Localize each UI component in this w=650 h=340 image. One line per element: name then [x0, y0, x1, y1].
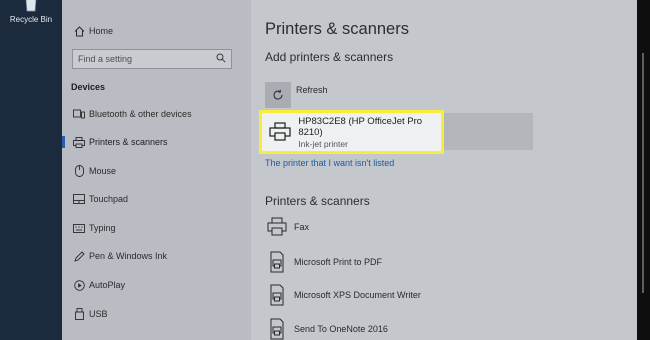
scrollbar[interactable] [637, 0, 650, 340]
refresh-icon [265, 82, 291, 108]
device-label: Microsoft XPS Document Writer [294, 290, 421, 300]
sidebar-item-usb[interactable]: USB [62, 303, 251, 325]
sidebar-item-printers-scanners[interactable]: Printers & scanners [62, 131, 251, 153]
device-item-fax[interactable]: Fax [265, 217, 309, 237]
sidebar-item-touchpad[interactable]: Touchpad [62, 188, 251, 210]
sidebar-item-label: Bluetooth & other devices [89, 109, 192, 119]
device-item-print-to-pdf[interactable]: Microsoft Print to PDF [265, 251, 382, 273]
touchpad-icon [62, 194, 90, 204]
bluetooth-devices-icon [62, 109, 90, 119]
section-heading-devices: Devices [71, 82, 106, 92]
usb-icon [62, 308, 90, 320]
found-printer-row-background [441, 113, 533, 150]
printer-document-icon [265, 318, 289, 340]
sidebar-item-pen-windows-ink[interactable]: Pen & Windows Ink [62, 245, 251, 267]
home-icon [62, 25, 90, 37]
sidebar-item-label: Typing [89, 223, 116, 233]
recycle-bin[interactable]: Recycle Bin [0, 0, 62, 24]
found-printer-item[interactable]: HP83C2E8 (HP OfficeJet Pro 8210) Ink-jet… [259, 110, 444, 154]
sidebar-item-typing[interactable]: Typing [62, 217, 251, 239]
device-label: Microsoft Print to PDF [294, 257, 383, 267]
search-box[interactable] [72, 49, 232, 69]
refresh-button[interactable]: Refresh [265, 82, 328, 108]
printer-type: Ink-jet printer [298, 138, 348, 149]
device-label: Send To OneNote 2016 [294, 324, 388, 334]
autoplay-icon [62, 279, 90, 291]
sidebar-item-label: Home [89, 26, 114, 36]
device-item-xps-writer[interactable]: Microsoft XPS Document Writer [265, 284, 421, 306]
recycle-bin-label: Recycle Bin [9, 15, 53, 24]
settings-sidebar: Home Devices Bluetooth & other devices P… [62, 0, 251, 340]
sidebar-item-label: USB [89, 309, 108, 319]
add-printers-heading: Add printers & scanners [265, 50, 394, 64]
desktop-background: Recycle Bin [0, 0, 62, 340]
printer-icon [265, 122, 295, 142]
found-printer-text: HP83C2E8 (HP OfficeJet Pro 8210) Ink-jet… [298, 116, 441, 149]
recycle-bin-icon [20, 0, 42, 12]
printers-list-heading: Printers & scanners [265, 194, 370, 208]
sidebar-item-label: AutoPlay [89, 280, 126, 290]
device-label: Fax [294, 222, 310, 232]
sidebar-item-mouse[interactable]: Mouse [62, 160, 251, 182]
search-input[interactable] [78, 54, 208, 64]
keyboard-icon [62, 223, 90, 233]
page-title: Printers & scanners [265, 20, 409, 38]
active-indicator [62, 136, 65, 148]
printer-not-listed-link[interactable]: The printer that I want isn't listed [265, 158, 394, 168]
sidebar-item-label: Mouse [89, 166, 117, 176]
printer-name: HP83C2E8 (HP OfficeJet Pro 8210) [298, 115, 423, 138]
refresh-label: Refresh [296, 85, 328, 95]
sidebar-item-home[interactable]: Home [62, 20, 251, 42]
sidebar-item-bluetooth[interactable]: Bluetooth & other devices [62, 103, 251, 125]
sidebar-item-autoplay[interactable]: AutoPlay [62, 274, 251, 296]
printer-icon [62, 136, 90, 148]
scrollbar-thumb[interactable] [642, 53, 644, 293]
fax-icon [265, 217, 289, 237]
sidebar-item-label: Printers & scanners [89, 137, 168, 147]
search-icon[interactable] [216, 50, 226, 68]
mouse-icon [62, 165, 90, 177]
main-content: Printers & scanners Add printers & scann… [251, 0, 637, 340]
device-item-send-to-onenote[interactable]: Send To OneNote 2016 [265, 318, 388, 340]
printer-document-icon [265, 284, 289, 306]
sidebar-item-label: Pen & Windows Ink [89, 251, 168, 261]
pen-icon [62, 250, 90, 262]
sidebar-item-label: Touchpad [89, 194, 129, 204]
printer-document-icon [265, 251, 289, 273]
